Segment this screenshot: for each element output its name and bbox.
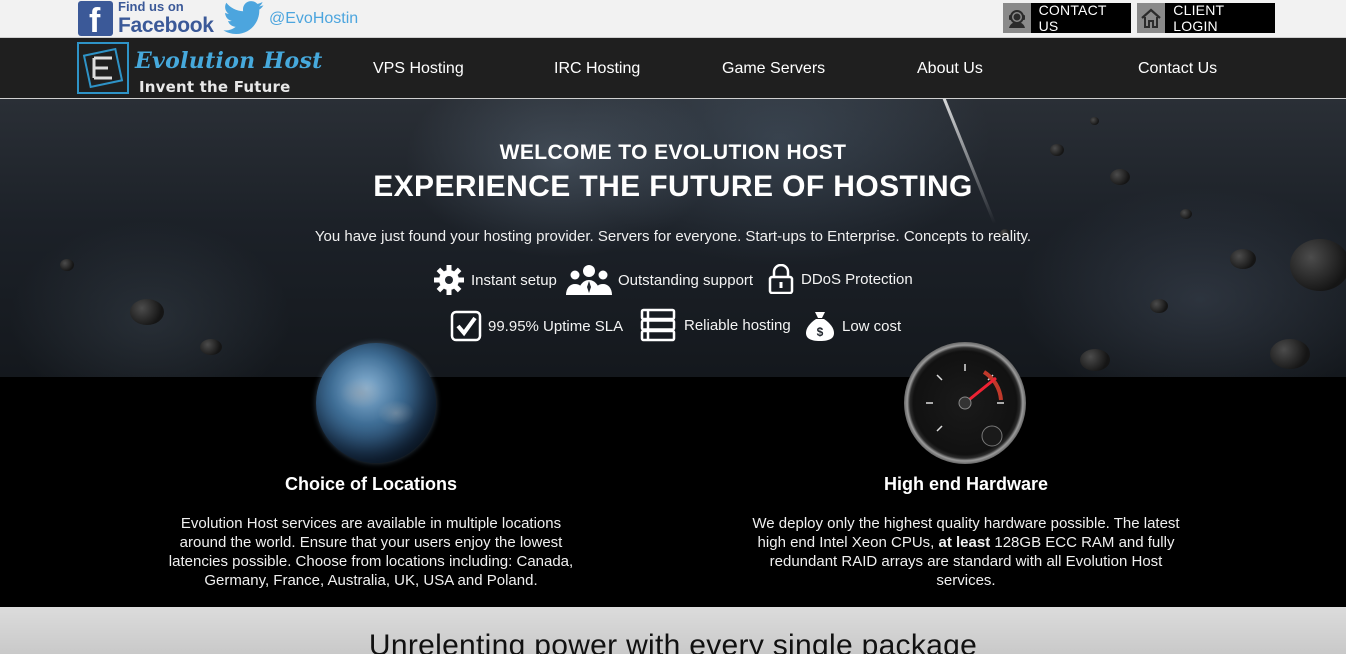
gear-icon <box>434 265 464 295</box>
feature-ddos-protection: DDoS Protection <box>767 264 913 294</box>
asteroid <box>200 339 222 355</box>
money-bag-icon: $ <box>806 312 834 341</box>
facebook-icon: f <box>78 1 113 40</box>
facebook-text: Find us on Facebook <box>118 0 214 38</box>
logo-brand: Evolution Host <box>135 48 323 74</box>
server-icon <box>640 308 676 342</box>
nav-about-us[interactable]: About Us <box>917 60 983 78</box>
logo-mark <box>77 42 129 94</box>
facebook-link[interactable]: f Find us on Facebook <box>78 0 214 40</box>
hardware-text-bold: at least <box>938 534 991 551</box>
hero-subtitle: You have just found your hosting provide… <box>314 228 1032 245</box>
contact-us-label: CONTACT US <box>1038 2 1107 34</box>
team-icon <box>566 265 612 295</box>
feature-uptime-sla: 99.95% Uptime SLA <box>450 310 623 342</box>
feature-label: Instant setup <box>471 271 557 289</box>
home-icon <box>1137 3 1166 33</box>
feature-outstanding-support: Outstanding support <box>566 263 753 297</box>
logo-tagline: Invent the Future <box>139 78 291 96</box>
asteroid <box>1090 117 1099 125</box>
hero-title: EXPERIENCE THE FUTURE OF HOSTING <box>373 170 973 203</box>
asteroid <box>1180 209 1192 219</box>
feature-reliable-hosting: Reliable hosting <box>640 308 791 342</box>
asteroid <box>1080 349 1110 371</box>
hero-banner: WELCOME TO EVOLUTION HOST EXPERIENCE THE… <box>0 99 1346 377</box>
asteroid <box>1270 339 1310 369</box>
facebook-line2: Facebook <box>118 14 214 37</box>
client-login-button[interactable]: CLIENT LOGIN <box>1137 2 1275 34</box>
nav-game-servers[interactable]: Game Servers <box>722 60 825 78</box>
support-agent-icon <box>1003 3 1031 33</box>
svg-text:$: $ <box>817 325 824 339</box>
nav-contact-us[interactable]: Contact Us <box>1138 60 1217 78</box>
feature-low-cost: $ Low cost <box>804 310 901 342</box>
checkbox-icon <box>450 310 482 342</box>
contact-us-button[interactable]: CONTACT US <box>1003 2 1131 34</box>
nav-irc-hosting[interactable]: IRC Hosting <box>554 60 640 78</box>
feature-label: DDoS Protection <box>801 270 913 288</box>
bottom-section: Unrelenting power with every single pack… <box>0 607 1346 654</box>
top-bar: f Find us on Facebook @EvoHostin CONTACT… <box>0 0 1346 40</box>
hero-kicker: WELCOME TO EVOLUTION HOST <box>499 141 847 164</box>
asteroid <box>130 299 164 325</box>
locations-text: Evolution Host services are available in… <box>168 515 574 589</box>
main-navigation: Evolution Host Invent the Future VPS Hos… <box>0 38 1346 99</box>
facebook-line1: Find us on <box>118 0 184 14</box>
speedometer-image <box>904 342 1026 464</box>
twitter-handle-link[interactable]: @EvoHostin <box>269 10 358 28</box>
asteroid <box>1230 249 1256 269</box>
feature-label: Outstanding support <box>618 271 754 289</box>
bottom-heading: Unrelenting power with every single pack… <box>368 629 978 654</box>
client-login-label: CLIENT LOGIN <box>1173 2 1225 34</box>
feature-label: Reliable hosting <box>684 316 791 334</box>
nav-vps-hosting[interactable]: VPS Hosting <box>373 60 464 78</box>
globe-image <box>316 343 436 463</box>
locations-title: Choice of Locations <box>284 474 457 494</box>
twitter-icon[interactable] <box>223 1 265 35</box>
asteroid <box>1290 239 1346 291</box>
hardware-text: We deploy only the highest quality hardw… <box>741 514 1191 590</box>
logo[interactable]: Evolution Host Invent the Future <box>77 42 322 96</box>
feature-label: Low cost <box>842 317 902 335</box>
features-section: Choice of Locations Evolution Host servi… <box>0 377 1346 607</box>
hardware-title: High end Hardware <box>883 474 1049 494</box>
asteroid <box>1150 299 1168 313</box>
feature-instant-setup: Instant setup <box>433 264 557 296</box>
asteroid <box>60 259 74 271</box>
feature-label: 99.95% Uptime SLA <box>488 317 624 335</box>
lock-icon <box>768 264 794 294</box>
